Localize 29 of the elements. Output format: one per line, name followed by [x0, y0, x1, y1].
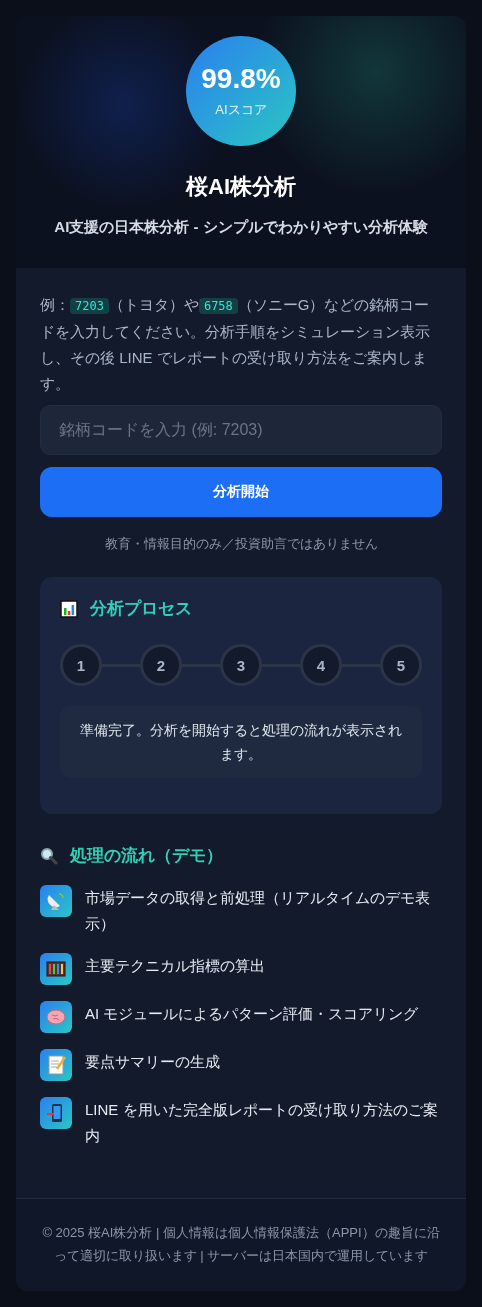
app-subtitle: AI支援の日本株分析 - シンプルでわかりやすい分析体験	[54, 218, 428, 237]
disclaimer-text: 教育・情報目的のみ／投資助言ではありません	[103, 535, 379, 553]
step-circle: 1	[60, 644, 102, 686]
intro-text: 例： 7203 （トヨタ）や 6758 （ソニーG）などの銘柄コードを入力してください。分析手順をシミュレーション表示し、その後 LINE でレポートの受け取り方法をご案内します。	[40, 295, 431, 394]
app-title: 桜AI株分析	[186, 173, 296, 201]
score-label: AIスコア	[215, 101, 267, 119]
step-circle: 2	[140, 644, 182, 686]
flow-step-text: LINE を用いた完全版レポートの受け取り方法のご案内	[85, 1100, 439, 1146]
step-circle: 4	[300, 644, 342, 686]
flow-title: 処理の流れ（デモ）	[70, 845, 223, 867]
flow-step-text: AI モジュールによるパターン評価・スコアリング	[85, 1004, 419, 1024]
flow-step-text: 主要テクニカル指標の算出	[85, 956, 265, 976]
brain-icon	[40, 1001, 72, 1033]
satellite-dish-icon	[40, 885, 72, 917]
phone-icon	[40, 1097, 72, 1129]
status-message: 準備完了。分析を開始すると処理の流れが表示されます。	[60, 706, 422, 778]
score-value: 99.8%	[201, 63, 281, 95]
memo-icon	[40, 1049, 72, 1081]
stock-code-field[interactable]: 銘柄コードを入力 (例: 7203)	[40, 405, 442, 455]
process-title: 分析プロセス	[90, 598, 192, 620]
flow-step-text: 要点サマリーの生成	[85, 1052, 220, 1072]
flow-step-text: 市場データの取得と前処理（リアルタイムのデモ表示）	[85, 888, 431, 934]
step-circle: 5	[380, 644, 422, 686]
step-circle: 3	[220, 644, 262, 686]
bar-chart-icon	[60, 599, 78, 618]
abacus-icon	[40, 953, 72, 985]
start-analysis-button[interactable]: 分析開始	[40, 467, 442, 517]
magnifier-icon	[40, 846, 58, 865]
footer-text: © 2025 桜AI株分析 | 個人情報は個人情報保護法（APPI）の趣旨に沿って適切に取り扱います | サーバーは日本国内で運用しています	[41, 1224, 441, 1265]
